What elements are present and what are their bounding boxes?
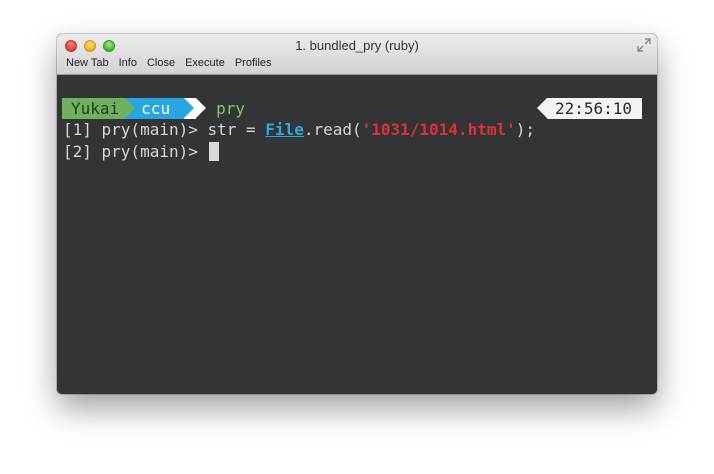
prompt-dir: ccu xyxy=(141,99,171,118)
terminal-content[interactable]: Yukai ccu pry 22:56:10 [1] pry(main)> st… xyxy=(57,75,657,394)
title-bar[interactable]: 1. bundled_pry (ruby) New Tab Info Close… xyxy=(57,34,657,75)
code-constant: File xyxy=(265,120,304,139)
code-text: str = xyxy=(207,120,266,139)
clock-time: 22:56:10 xyxy=(546,98,642,119)
terminal-window: 1. bundled_pry (ruby) New Tab Info Close… xyxy=(57,34,657,394)
line-prefix: [2] pry(main)> xyxy=(63,142,208,161)
prompt-clock: 22:56:10 xyxy=(536,98,642,119)
toolbar-close[interactable]: Close xyxy=(147,57,175,69)
segment-separator-icon xyxy=(184,98,195,118)
code-text: ); xyxy=(515,120,536,139)
toolbar: New Tab Info Close Execute Profiles xyxy=(66,57,272,69)
fullscreen-icon[interactable] xyxy=(637,38,651,52)
terminal-line: [2] pry(main)> xyxy=(63,141,219,162)
line-prefix: [1] pry(main)> xyxy=(63,120,208,139)
toolbar-info[interactable]: Info xyxy=(119,57,137,69)
window-title: 1. bundled_pry (ruby) xyxy=(295,38,419,53)
powerline-prompt: Yukai ccu pry xyxy=(62,98,245,119)
code-string: '1031/1014.html' xyxy=(361,120,516,139)
terminal-line: [1] pry(main)> str = File.read('1031/101… xyxy=(63,119,535,140)
segment-separator-icon xyxy=(196,98,207,118)
prompt-app: pry xyxy=(216,99,245,118)
code-text: .read( xyxy=(303,120,362,139)
prompt-user-segment: Yukai xyxy=(62,98,136,119)
text-cursor[interactable] xyxy=(208,142,219,161)
prompt-user: Yukai xyxy=(71,99,120,118)
toolbar-execute[interactable]: Execute xyxy=(185,57,225,69)
clock-separator-icon xyxy=(536,98,547,118)
toolbar-profiles[interactable]: Profiles xyxy=(235,57,272,69)
segment-separator-icon xyxy=(125,98,136,118)
toolbar-new-tab[interactable]: New Tab xyxy=(66,57,109,69)
